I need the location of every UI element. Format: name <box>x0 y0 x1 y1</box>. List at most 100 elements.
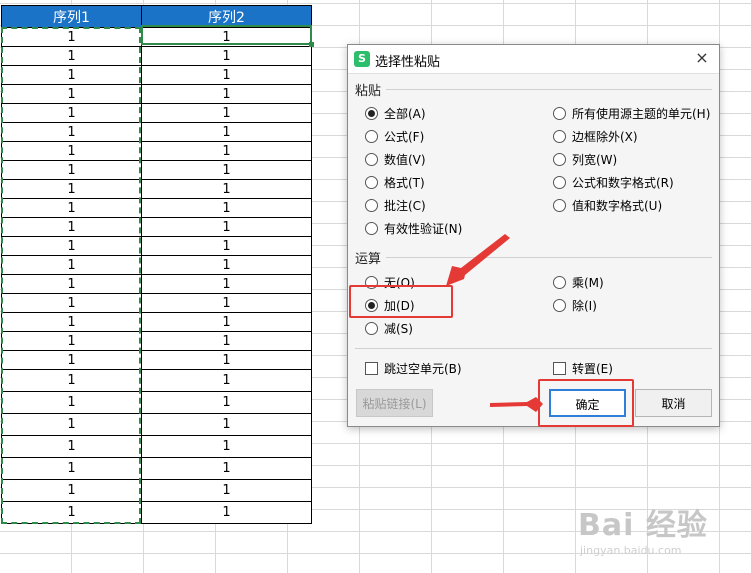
radio-icon <box>553 176 566 189</box>
ok-button[interactable]: 确定 <box>549 389 626 417</box>
table-cell[interactable]: 1 <box>1 413 142 436</box>
radio-icon <box>365 130 378 143</box>
table-cell[interactable]: 1 <box>141 65 312 85</box>
column-header-series1[interactable]: 序列1 <box>1 5 142 28</box>
operation-divide[interactable]: 除(I) <box>553 297 597 314</box>
table-cell[interactable]: 1 <box>141 479 312 502</box>
table-cell[interactable]: 1 <box>1 217 142 237</box>
checkbox-icon <box>553 362 566 375</box>
table-cell[interactable]: 1 <box>1 293 142 313</box>
table-cell[interactable]: 1 <box>141 501 312 524</box>
skip-blanks-checkbox[interactable]: 跳过空单元(B) <box>365 360 462 377</box>
close-icon[interactable]: × <box>693 48 711 68</box>
option-label: 数值(V) <box>384 153 426 167</box>
table-cell[interactable]: 1 <box>1 435 142 458</box>
paste-option-formats[interactable]: 格式(T) <box>365 174 425 191</box>
table-cell[interactable]: 1 <box>1 331 142 351</box>
table-cell[interactable]: 1 <box>1 350 142 370</box>
table-cell[interactable]: 1 <box>1 84 142 104</box>
table-row: 11 <box>1 435 312 458</box>
column-header-series2[interactable]: 序列2 <box>141 5 312 28</box>
table-cell[interactable]: 1 <box>1 122 142 142</box>
table-cell[interactable]: 1 <box>141 413 312 436</box>
table-cell[interactable]: 1 <box>1 501 142 524</box>
table-row: 11 <box>1 293 312 313</box>
paste-option-no-borders[interactable]: 边框除外(X) <box>553 128 638 145</box>
option-label: 边框除外(X) <box>572 130 638 144</box>
table-cell[interactable]: 1 <box>1 457 142 480</box>
table-cell[interactable]: 1 <box>141 350 312 370</box>
table-cell[interactable]: 1 <box>141 236 312 256</box>
operation-add[interactable]: 加(D) <box>365 297 415 314</box>
operation-multiply[interactable]: 乘(M) <box>553 274 604 291</box>
option-label: 列宽(W) <box>572 153 618 167</box>
paste-option-validation[interactable]: 有效性验证(N) <box>365 220 462 237</box>
table-cell[interactable]: 1 <box>1 198 142 218</box>
table-cell[interactable]: 1 <box>1 274 142 294</box>
paste-option-all[interactable]: 全部(A) <box>365 105 426 122</box>
table-cell[interactable]: 1 <box>1 160 142 180</box>
table-cell[interactable]: 1 <box>141 255 312 275</box>
table-cell[interactable]: 1 <box>141 160 312 180</box>
radio-icon <box>365 299 378 312</box>
paste-option-values[interactable]: 数值(V) <box>365 151 426 168</box>
radio-icon <box>553 199 566 212</box>
option-label: 乘(M) <box>572 276 604 290</box>
table-cell[interactable]: 1 <box>1 103 142 123</box>
table-cell[interactable]: 1 <box>1 27 142 47</box>
option-label: 格式(T) <box>384 176 425 190</box>
radio-icon <box>553 276 566 289</box>
table-cell[interactable]: 1 <box>141 391 312 414</box>
table-row: 11 <box>1 255 312 275</box>
table-cell[interactable]: 1 <box>1 369 142 392</box>
watermark-url: jingyan.baidu.com <box>580 544 682 557</box>
table-cell[interactable]: 1 <box>1 65 142 85</box>
paste-option-values-number-formats[interactable]: 值和数字格式(U) <box>553 197 662 214</box>
option-label: 跳过空单元(B) <box>384 362 462 376</box>
operation-none[interactable]: 无(O) <box>365 274 415 291</box>
table-cell[interactable]: 1 <box>141 179 312 199</box>
radio-icon <box>365 153 378 166</box>
table-cell[interactable]: 1 <box>141 331 312 351</box>
paste-link-button[interactable]: 粘贴链接(L) <box>356 389 433 417</box>
table-cell[interactable]: 1 <box>141 198 312 218</box>
table-row: 11 <box>1 122 312 142</box>
table-cell[interactable]: 1 <box>141 103 312 123</box>
table-cell[interactable]: 1 <box>141 217 312 237</box>
transpose-checkbox[interactable]: 转置(E) <box>553 360 613 377</box>
radio-icon <box>553 130 566 143</box>
table-cell[interactable]: 1 <box>141 141 312 161</box>
data-table: 序列1 序列2 11111111111111111111111111111111… <box>1 5 312 524</box>
paste-option-source-theme[interactable]: 所有使用源主题的单元(H) <box>553 105 710 122</box>
operation-subtract[interactable]: 减(S) <box>365 320 413 337</box>
table-row: 11 <box>1 331 312 351</box>
paste-option-formula[interactable]: 公式(F) <box>365 128 424 145</box>
table-cell[interactable]: 1 <box>141 274 312 294</box>
paste-option-comments[interactable]: 批注(C) <box>365 197 426 214</box>
table-cell[interactable]: 1 <box>141 457 312 480</box>
table-row: 11 <box>1 369 312 392</box>
table-cell[interactable]: 1 <box>1 391 142 414</box>
paste-option-formulas-number-formats[interactable]: 公式和数字格式(R) <box>553 174 674 191</box>
table-cell[interactable]: 1 <box>141 122 312 142</box>
table-cell[interactable]: 1 <box>141 84 312 104</box>
table-cell[interactable]: 1 <box>141 293 312 313</box>
table-cell[interactable]: 1 <box>141 46 312 66</box>
checkbox-icon <box>365 362 378 375</box>
table-cell[interactable]: 1 <box>1 46 142 66</box>
table-cell[interactable]: 1 <box>1 312 142 332</box>
table-cell[interactable]: 1 <box>1 479 142 502</box>
table-cell[interactable]: 1 <box>1 179 142 199</box>
table-cell[interactable]: 1 <box>1 255 142 275</box>
paste-section-label: 粘贴 <box>355 84 382 99</box>
table-cell[interactable]: 1 <box>141 435 312 458</box>
table-cell[interactable]: 1 <box>1 236 142 256</box>
table-cell[interactable]: 1 <box>1 141 142 161</box>
paste-option-column-widths[interactable]: 列宽(W) <box>553 151 617 168</box>
radio-icon <box>365 176 378 189</box>
table-cell[interactable]: 1 <box>141 27 312 47</box>
table-cell[interactable]: 1 <box>141 312 312 332</box>
option-label: 无(O) <box>384 276 415 290</box>
table-cell[interactable]: 1 <box>141 369 312 392</box>
cancel-button[interactable]: 取消 <box>635 389 712 417</box>
